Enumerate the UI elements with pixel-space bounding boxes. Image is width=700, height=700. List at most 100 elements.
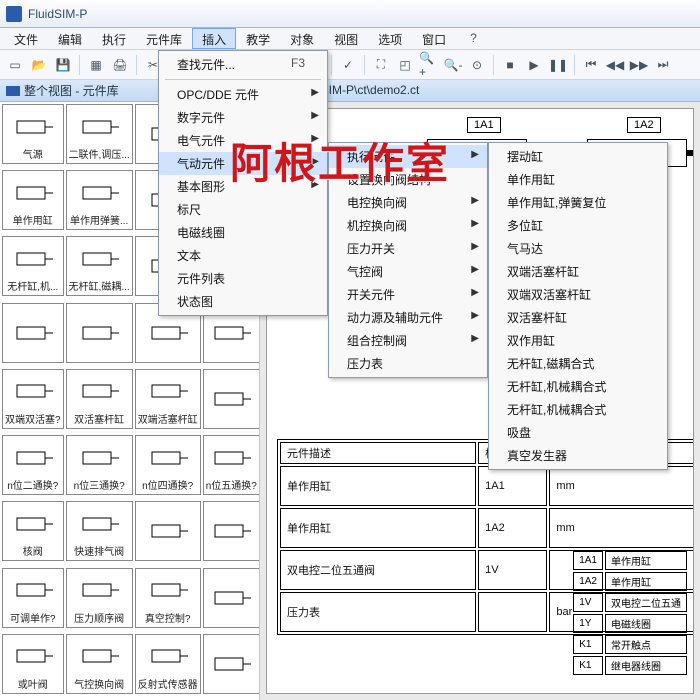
library-cell[interactable] [2,303,64,363]
prev-icon[interactable]: ◀◀ [604,54,626,76]
save-icon[interactable]: 💾 [52,54,74,76]
library-cell[interactable]: 双端活塞杆缸 [135,369,201,429]
actuator-submenu[interactable]: 摆动缸单作用缸单作用缸,弹簧复位多位缸气马达双端活塞杆缸双端双活塞杆缸双活塞杆缸… [488,142,668,470]
library-cell[interactable]: 双活塞杆缸 [66,369,133,429]
menu-item[interactable]: 压力表 [329,352,487,375]
zoom-sel-icon[interactable]: ◰ [394,54,416,76]
menu-item[interactable]: 文本 [159,244,327,267]
zoom-reset-icon[interactable]: ⊙ [466,54,488,76]
menu-执行[interactable]: 执行 [92,28,136,49]
menu-item[interactable]: 双活塞杆缸 [489,306,667,329]
menu-选项[interactable]: 选项 [368,28,412,49]
stop-icon[interactable]: ■ [499,54,521,76]
menu-item[interactable]: 压力开关▶ [329,237,487,260]
library-cell[interactable]: 双端双活塞? [2,369,64,429]
library-cell[interactable]: 快速排气阀 [66,501,133,561]
menu-item[interactable]: 单作用缸,弹簧复位 [489,191,667,214]
library-cell[interactable] [66,303,133,363]
library-cell[interactable]: 气控换向阀 [66,634,133,694]
check-icon[interactable]: ✓ [337,54,359,76]
library-cell[interactable]: 气源 [2,104,64,164]
menu-item[interactable]: 标尺 [159,198,327,221]
play-icon[interactable]: ▶ [523,54,545,76]
library-cell[interactable]: n位三通换? [66,435,133,495]
library-cell[interactable] [203,568,259,628]
zoom-fit-icon[interactable]: ⛶ [370,54,392,76]
menu-item[interactable]: 吸盘 [489,421,667,444]
library-cell[interactable]: n位四通换? [135,435,201,495]
library-cell[interactable]: 反射式传感器 [135,634,201,694]
menu-item[interactable]: 状态图 [159,290,327,313]
menu-元件库[interactable]: 元件库 [136,28,192,49]
zoom-in-icon[interactable]: 🔍+ [418,54,440,76]
pneumatic-submenu[interactable]: 执行元件▶设置换向阀结构电控换向阀▶机控换向阀▶压力开关▶气控阀▶开关元件▶动力… [328,142,488,378]
menu-item[interactable]: 执行元件▶ [329,145,487,168]
library-cell[interactable]: 核阀 [2,501,64,561]
menu-item[interactable]: 气马达 [489,237,667,260]
library-cell[interactable]: 压力顺序阀 [66,568,133,628]
library-cell[interactable] [203,369,259,429]
app-title: FluidSIM-P [28,7,87,21]
print-icon[interactable]: 🖨 [109,54,131,76]
menu-编辑[interactable]: 编辑 [48,28,92,49]
insert-menu[interactable]: 查找元件...F3 OPC/DDE 元件▶数字元件▶电气元件▶气动元件▶基本图形▶… [158,50,328,316]
library-cell[interactable] [203,634,259,694]
first-icon[interactable]: ⏮ [580,54,602,76]
menu-bar: 文件编辑执行元件库插入教学对象视图选项窗口? [0,28,700,50]
open-icon[interactable]: 📂 [28,54,50,76]
library-cell[interactable]: 单作用弹簧... [66,170,133,230]
toolbar: ▭ 📂 💾 ▦ 🖨 ✂ ⧉ 📋 ↶ ↷ ▦ ≡ ✓ ⛶ ◰ 🔍+ 🔍- ⊙ ■ … [0,50,700,80]
library-cell[interactable]: 二联件,调压... [66,104,133,164]
cylinder-tag-2: 1A2 [627,117,661,133]
menu-help[interactable]: ? [460,28,487,49]
library-cell[interactable] [135,501,201,561]
library-cell[interactable]: 无杆缸,机... [2,236,64,296]
menu-item[interactable]: 气控阀▶ [329,260,487,283]
menu-item[interactable]: 机控换向阀▶ [329,214,487,237]
library-cell[interactable]: n位二通换? [2,435,64,495]
menu-item[interactable]: 开关元件▶ [329,283,487,306]
new-icon[interactable]: ▭ [4,54,26,76]
menu-item[interactable]: 单作用缸 [489,168,667,191]
menu-item[interactable]: 双作用缸 [489,329,667,352]
library-cell[interactable]: 无杆缸,磁耦... [66,236,133,296]
menu-item[interactable]: 多位缸 [489,214,667,237]
menu-item[interactable]: 查找元件...F3 [159,53,327,76]
menu-item[interactable]: 气动元件▶ [159,152,327,175]
menu-item[interactable]: 组合控制阀▶ [329,329,487,352]
menu-item[interactable]: 真空发生器 [489,444,667,467]
pause-icon[interactable]: ❚❚ [547,54,569,76]
menu-对象[interactable]: 对象 [280,28,324,49]
menu-item[interactable]: 元件列表 [159,267,327,290]
library-cell[interactable] [203,501,259,561]
last-icon[interactable]: ⏭ [652,54,674,76]
menu-item[interactable]: 电磁线圈 [159,221,327,244]
library-cell[interactable]: 可调单作? [2,568,64,628]
menu-item[interactable]: 电控换向阀▶ [329,191,487,214]
library-cell[interactable]: n位五通换? [203,435,259,495]
library-cell[interactable]: 真空控制? [135,568,201,628]
library-cell[interactable]: 单作用缸 [2,170,64,230]
menu-item[interactable]: 动力源及辅助元件▶ [329,306,487,329]
menu-item[interactable]: 无杆缸,机械耦合式 [489,398,667,421]
menu-item[interactable]: OPC/DDE 元件▶ [159,83,327,106]
menu-item[interactable]: 设置换向阀结构 [329,168,487,191]
library-cell[interactable]: 或叶阀 [2,634,64,694]
zoom-out-icon[interactable]: 🔍- [442,54,464,76]
preview-icon[interactable]: ▦ [85,54,107,76]
menu-插入[interactable]: 插入 [192,28,236,49]
menu-视图[interactable]: 视图 [324,28,368,49]
menu-item[interactable]: 基本图形▶ [159,175,327,198]
menu-教学[interactable]: 教学 [236,28,280,49]
menu-item[interactable]: 双端活塞杆缸 [489,260,667,283]
menu-item[interactable]: 数字元件▶ [159,106,327,129]
app-icon [6,6,22,22]
next-icon[interactable]: ▶▶ [628,54,650,76]
menu-item[interactable]: 无杆缸,机械耦合式 [489,375,667,398]
menu-窗口[interactable]: 窗口 [412,28,456,49]
menu-item[interactable]: 无杆缸,磁耦合式 [489,352,667,375]
menu-文件[interactable]: 文件 [4,28,48,49]
menu-item[interactable]: 双端双活塞杆缸 [489,283,667,306]
menu-item[interactable]: 摆动缸 [489,145,667,168]
menu-item[interactable]: 电气元件▶ [159,129,327,152]
